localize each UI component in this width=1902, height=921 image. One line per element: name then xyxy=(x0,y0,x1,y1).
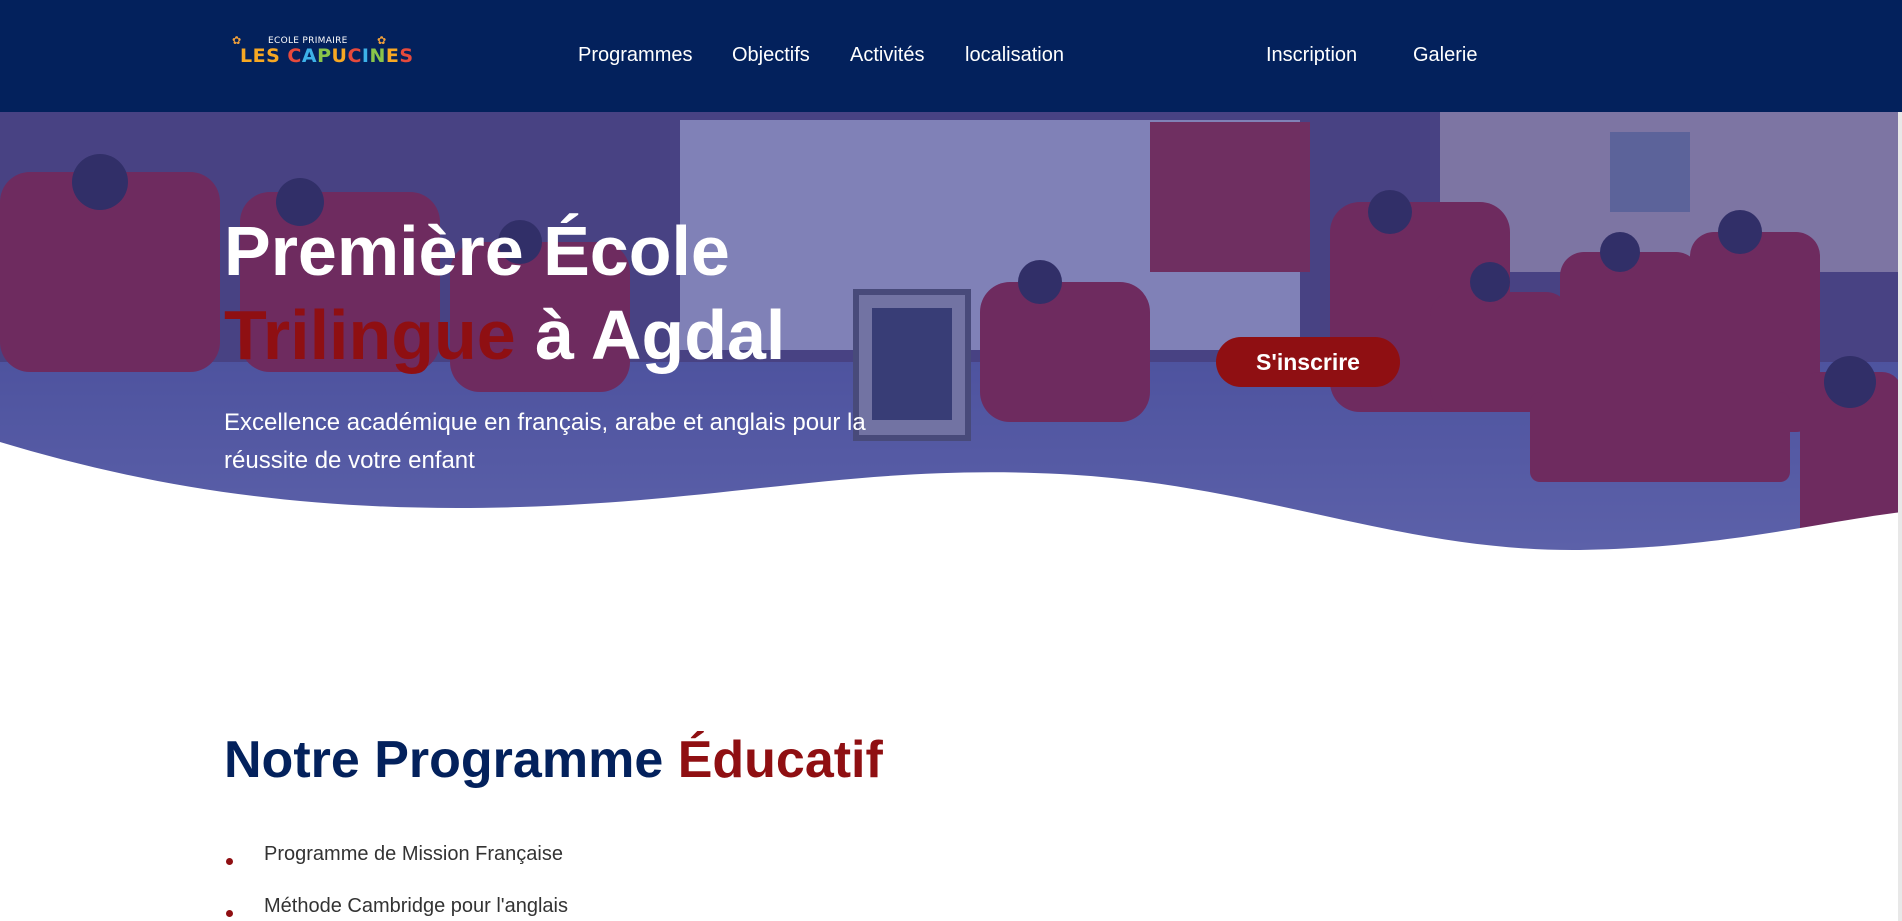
logo-letter: E xyxy=(385,45,400,67)
hero-subtitle: Excellence académique en français, arabe… xyxy=(224,409,866,474)
bullet-icon xyxy=(226,910,233,917)
logo-letter: L xyxy=(240,45,253,67)
logo-letter: N xyxy=(369,45,386,67)
program-section-title: Notre Programme Éducatif xyxy=(224,730,883,790)
program-list: Programme de Mission Française Méthode C… xyxy=(224,843,568,921)
list-item: Programme de Mission Française xyxy=(224,843,568,895)
logo-letter: E xyxy=(252,45,267,67)
nav-link-activites[interactable]: Activités xyxy=(850,44,924,67)
school-logo[interactable]: ✿ ✿ ECOLE PRIMAIRE LES CAPUCINES xyxy=(230,32,413,72)
nav-link-inscription[interactable]: Inscription xyxy=(1266,44,1357,67)
signup-button[interactable]: S'inscrire xyxy=(1216,337,1400,387)
logo-letter: S xyxy=(266,45,281,67)
logo-letter: C xyxy=(287,45,302,67)
program-title-text: Notre Programme xyxy=(224,731,678,789)
hero-heading-rest: à Agdal xyxy=(515,296,786,374)
logo-letter: A xyxy=(301,45,318,67)
logo-title: LES CAPUCINES xyxy=(240,45,414,67)
bullet-icon xyxy=(226,858,233,865)
list-item-label: Programme de Mission Française xyxy=(264,843,563,865)
nav-link-localisation[interactable]: localisation xyxy=(965,44,1064,67)
logo-letter: S xyxy=(399,45,414,67)
page-scrollbar[interactable] xyxy=(1898,0,1902,921)
top-navbar: ✿ ✿ ECOLE PRIMAIRE LES CAPUCINES Program… xyxy=(0,0,1902,112)
nav-link-objectifs[interactable]: Objectifs xyxy=(732,44,810,67)
program-title-accent: Éducatif xyxy=(677,731,883,789)
hero-heading-accent: Trilingue xyxy=(224,296,516,374)
logo-letter: U xyxy=(331,45,348,67)
hero-section: Première École Trilingue à Agdal Excelle… xyxy=(0,112,1902,552)
hero-heading-line1: Première École xyxy=(224,212,730,290)
nav-link-programmes[interactable]: Programmes xyxy=(578,44,692,67)
hero-heading-line2: Trilingue à Agdal xyxy=(224,293,785,377)
hero-heading: Première École Trilingue à Agdal xyxy=(224,209,785,377)
logo-letter: C xyxy=(347,45,362,67)
list-item-label: Méthode Cambridge pour l'anglais xyxy=(264,895,568,917)
logo-letter: P xyxy=(317,45,332,67)
list-item: Méthode Cambridge pour l'anglais xyxy=(224,895,568,921)
nav-link-galerie[interactable]: Galerie xyxy=(1413,44,1477,67)
